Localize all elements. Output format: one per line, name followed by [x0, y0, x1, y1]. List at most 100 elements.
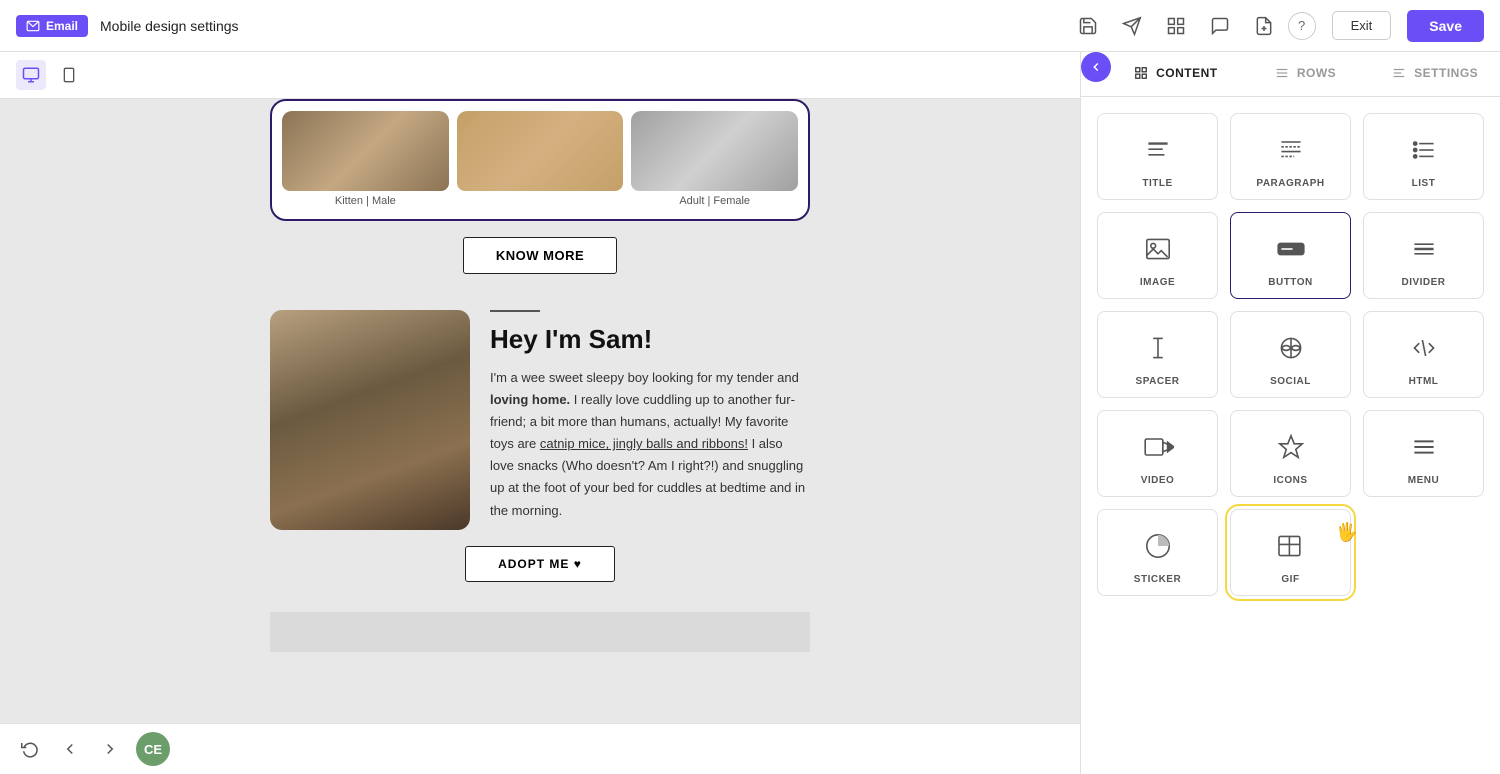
spacer-label: SPACER [1136, 376, 1180, 387]
sam-content: Hey I'm Sam! I'm a wee sweet sleepy boy … [490, 310, 810, 522]
adopt-wrap: ADOPT ME ♥ [270, 530, 810, 582]
cat-label-1: Kitten | Male [282, 191, 449, 209]
html-icon [1404, 328, 1444, 368]
know-more-wrap: KNOW MORE [270, 221, 810, 290]
avatar: CE [136, 732, 170, 766]
know-more-button[interactable]: KNOW MORE [463, 237, 617, 274]
adopt-me-button[interactable]: ADOPT ME ♥ [465, 546, 615, 582]
divider-icon [1404, 229, 1444, 269]
html-label: HTML [1409, 376, 1439, 387]
topbar: Email Mobile design settings ? Exit Save [0, 0, 1500, 52]
paragraph-label: PARAGRAPH [1256, 178, 1324, 189]
content-item-icons[interactable]: ICONS [1230, 410, 1351, 497]
button-icon [1271, 229, 1311, 269]
content-item-image[interactable]: IMAGE [1097, 212, 1218, 299]
page-title: Mobile design settings [100, 18, 1064, 34]
sam-title: Hey I'm Sam! [490, 324, 810, 355]
bottom-strip [270, 612, 810, 652]
content-item-sticker[interactable]: STICKER [1097, 509, 1218, 596]
gif-label: GIF [1281, 574, 1299, 585]
sticker-label: STICKER [1134, 574, 1181, 585]
desktop-view-button[interactable] [16, 60, 46, 90]
content-item-paragraph[interactable]: PARAGRAPH [1230, 113, 1351, 200]
cat-label-3: Adult | Female [631, 191, 798, 209]
canvas-scroll[interactable]: Kitten | Male Adult | Female KNOW MORE [0, 99, 1080, 723]
cat-label-2 [457, 191, 624, 197]
video-label: VIDEO [1141, 475, 1175, 486]
cats-row: Kitten | Male Adult | Female [270, 99, 810, 221]
sam-link[interactable]: catnip mice, jingly balls and ribbons! [540, 436, 748, 451]
topbar-right: ? Exit Save [1288, 10, 1484, 42]
social-label: SOCIAL [1270, 376, 1311, 387]
paragraph-icon [1271, 130, 1311, 170]
content-item-social[interactable]: SOCIAL [1230, 311, 1351, 398]
content-item-gif[interactable]: 🖐 GIF [1230, 509, 1351, 596]
content-item-video[interactable]: VIDEO [1097, 410, 1218, 497]
list-label: LIST [1412, 178, 1436, 189]
email-badge[interactable]: Email [16, 15, 88, 37]
add-page-icon[interactable] [1252, 14, 1276, 38]
forward-button[interactable] [96, 735, 124, 763]
divider-label: DIVIDER [1401, 277, 1445, 288]
image-label: IMAGE [1140, 277, 1175, 288]
spacer-icon [1138, 328, 1178, 368]
save-button[interactable]: Save [1407, 10, 1484, 42]
sam-card: Hey I'm Sam! I'm a wee sweet sleepy boy … [270, 310, 810, 530]
tab-rows[interactable]: ROWS [1241, 52, 1371, 96]
social-icon [1271, 328, 1311, 368]
gif-icon [1271, 526, 1311, 566]
main-layout: Kitten | Male Adult | Female KNOW MORE [0, 52, 1500, 774]
title-icon [1138, 130, 1178, 170]
content-item-divider[interactable]: DIVIDER [1363, 212, 1484, 299]
help-button[interactable]: ? [1288, 12, 1316, 40]
save-icon[interactable] [1076, 14, 1100, 38]
title-label: TITLE [1142, 178, 1172, 189]
tab-settings[interactable]: SETTINGS [1370, 52, 1500, 96]
hand-cursor-icon: 🖐 [1336, 522, 1358, 543]
content-item-menu[interactable]: MENU [1363, 410, 1484, 497]
cat-card-2 [457, 111, 624, 209]
chat-icon[interactable] [1208, 14, 1232, 38]
cat-card-1: Kitten | Male [282, 111, 449, 209]
button-label: BUTTON [1268, 277, 1312, 288]
content-grid: TITLE PARAGRAPH LIST [1097, 113, 1484, 596]
sticker-icon [1138, 526, 1178, 566]
content-item-spacer[interactable]: SPACER [1097, 311, 1218, 398]
icons-icon [1271, 427, 1311, 467]
panel-content: TITLE PARAGRAPH LIST [1081, 97, 1500, 774]
bottom-toolbar: CE [0, 723, 1080, 774]
email-canvas: Kitten | Male Adult | Female KNOW MORE [250, 99, 830, 723]
cat-image-2 [457, 111, 624, 191]
content-item-button[interactable]: BUTTON [1230, 212, 1351, 299]
back-button[interactable] [56, 735, 84, 763]
menu-icon [1404, 427, 1444, 467]
sam-photo [270, 310, 470, 530]
send-icon[interactable] [1120, 14, 1144, 38]
image-icon [1138, 229, 1178, 269]
grid-icon[interactable] [1164, 14, 1188, 38]
content-item-html[interactable]: HTML [1363, 311, 1484, 398]
mobile-view-button[interactable] [54, 60, 84, 90]
panel-toggle-button[interactable] [1081, 52, 1111, 82]
panel-tabs: CONTENT ROWS SETTINGS [1081, 52, 1500, 97]
cat-image-1 [282, 111, 449, 191]
right-panel: CONTENT ROWS SETTINGS TITLE [1080, 52, 1500, 774]
list-icon [1404, 130, 1444, 170]
email-top-section: Kitten | Male Adult | Female KNOW MORE [250, 99, 830, 290]
device-toolbar [0, 52, 1080, 99]
undo-button[interactable] [16, 735, 44, 763]
tab-content[interactable]: CONTENT [1111, 52, 1241, 96]
menu-label: MENU [1408, 475, 1439, 486]
sam-divider [490, 310, 540, 312]
video-icon [1138, 427, 1178, 467]
icons-label: ICONS [1273, 475, 1307, 486]
cat-image-3 [631, 111, 798, 191]
topbar-tools [1076, 14, 1276, 38]
content-item-list[interactable]: LIST [1363, 113, 1484, 200]
sam-section: Hey I'm Sam! I'm a wee sweet sleepy boy … [250, 290, 830, 612]
cat-card-3: Adult | Female [631, 111, 798, 209]
sam-description: I'm a wee sweet sleepy boy looking for m… [490, 367, 810, 522]
exit-button[interactable]: Exit [1332, 11, 1392, 40]
content-item-title[interactable]: TITLE [1097, 113, 1218, 200]
canvas-area: Kitten | Male Adult | Female KNOW MORE [0, 52, 1080, 774]
